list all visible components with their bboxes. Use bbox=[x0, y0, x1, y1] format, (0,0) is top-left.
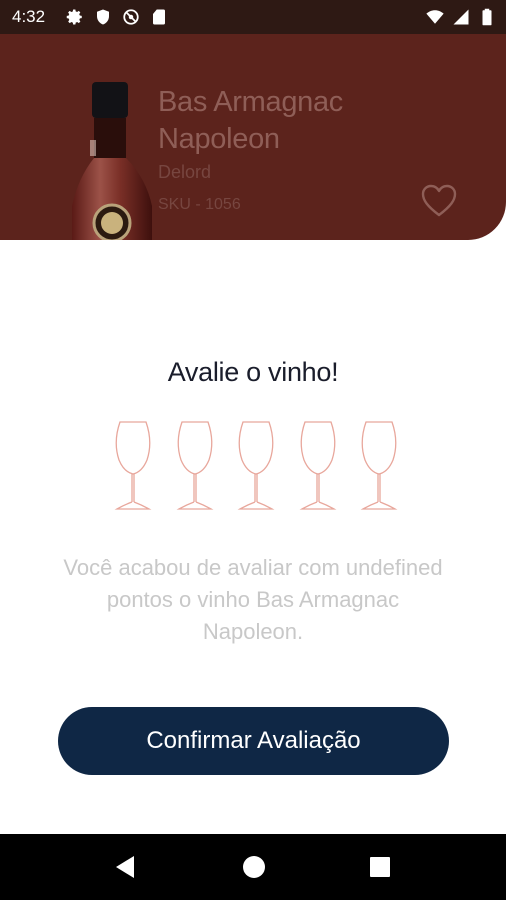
battery-icon bbox=[482, 8, 492, 26]
wine-glass-icon[interactable] bbox=[296, 420, 340, 512]
wine-glass-icon[interactable] bbox=[357, 420, 401, 512]
wine-glass-icon[interactable] bbox=[234, 420, 278, 512]
producer-name: Delord bbox=[158, 162, 212, 182]
status-bar: 4:32 bbox=[0, 0, 506, 34]
shield-icon bbox=[97, 9, 109, 25]
sheet-title: Avalie o vinho! bbox=[167, 357, 339, 387]
back-icon[interactable] bbox=[112, 854, 138, 880]
status-icons-right bbox=[426, 8, 496, 26]
wine-glass-icon[interactable] bbox=[111, 420, 155, 512]
confirm-rating-button[interactable]: Confirmar Avaliação bbox=[58, 707, 449, 775]
recents-icon[interactable] bbox=[369, 854, 391, 880]
signal-icon bbox=[453, 9, 469, 25]
navigation-bar bbox=[0, 834, 506, 900]
sd-card-icon bbox=[153, 9, 165, 25]
no-signal-icon bbox=[123, 9, 139, 25]
rating-message: Você acabou de avaliar com undefined pon… bbox=[63, 555, 443, 644]
product-sku: SKU - 1056 bbox=[158, 196, 241, 213]
product-header: Bas Armagnac Napoleon Delord SKU - 1056 bbox=[0, 34, 506, 240]
rating-sheet: Avalie o vinho! Você acabou de avaliar c… bbox=[0, 246, 506, 834]
bottle-image bbox=[72, 82, 152, 240]
home-icon[interactable] bbox=[242, 854, 266, 880]
rating-glasses bbox=[111, 420, 401, 512]
wifi-icon bbox=[426, 10, 444, 24]
gear-icon bbox=[66, 9, 82, 25]
status-time: 4:32 bbox=[12, 7, 46, 26]
status-icons-left bbox=[66, 8, 168, 26]
wine-glass-icon[interactable] bbox=[173, 420, 217, 512]
product-name: Bas Armagnac Napoleon bbox=[158, 86, 343, 155]
heart-icon[interactable] bbox=[421, 184, 457, 218]
